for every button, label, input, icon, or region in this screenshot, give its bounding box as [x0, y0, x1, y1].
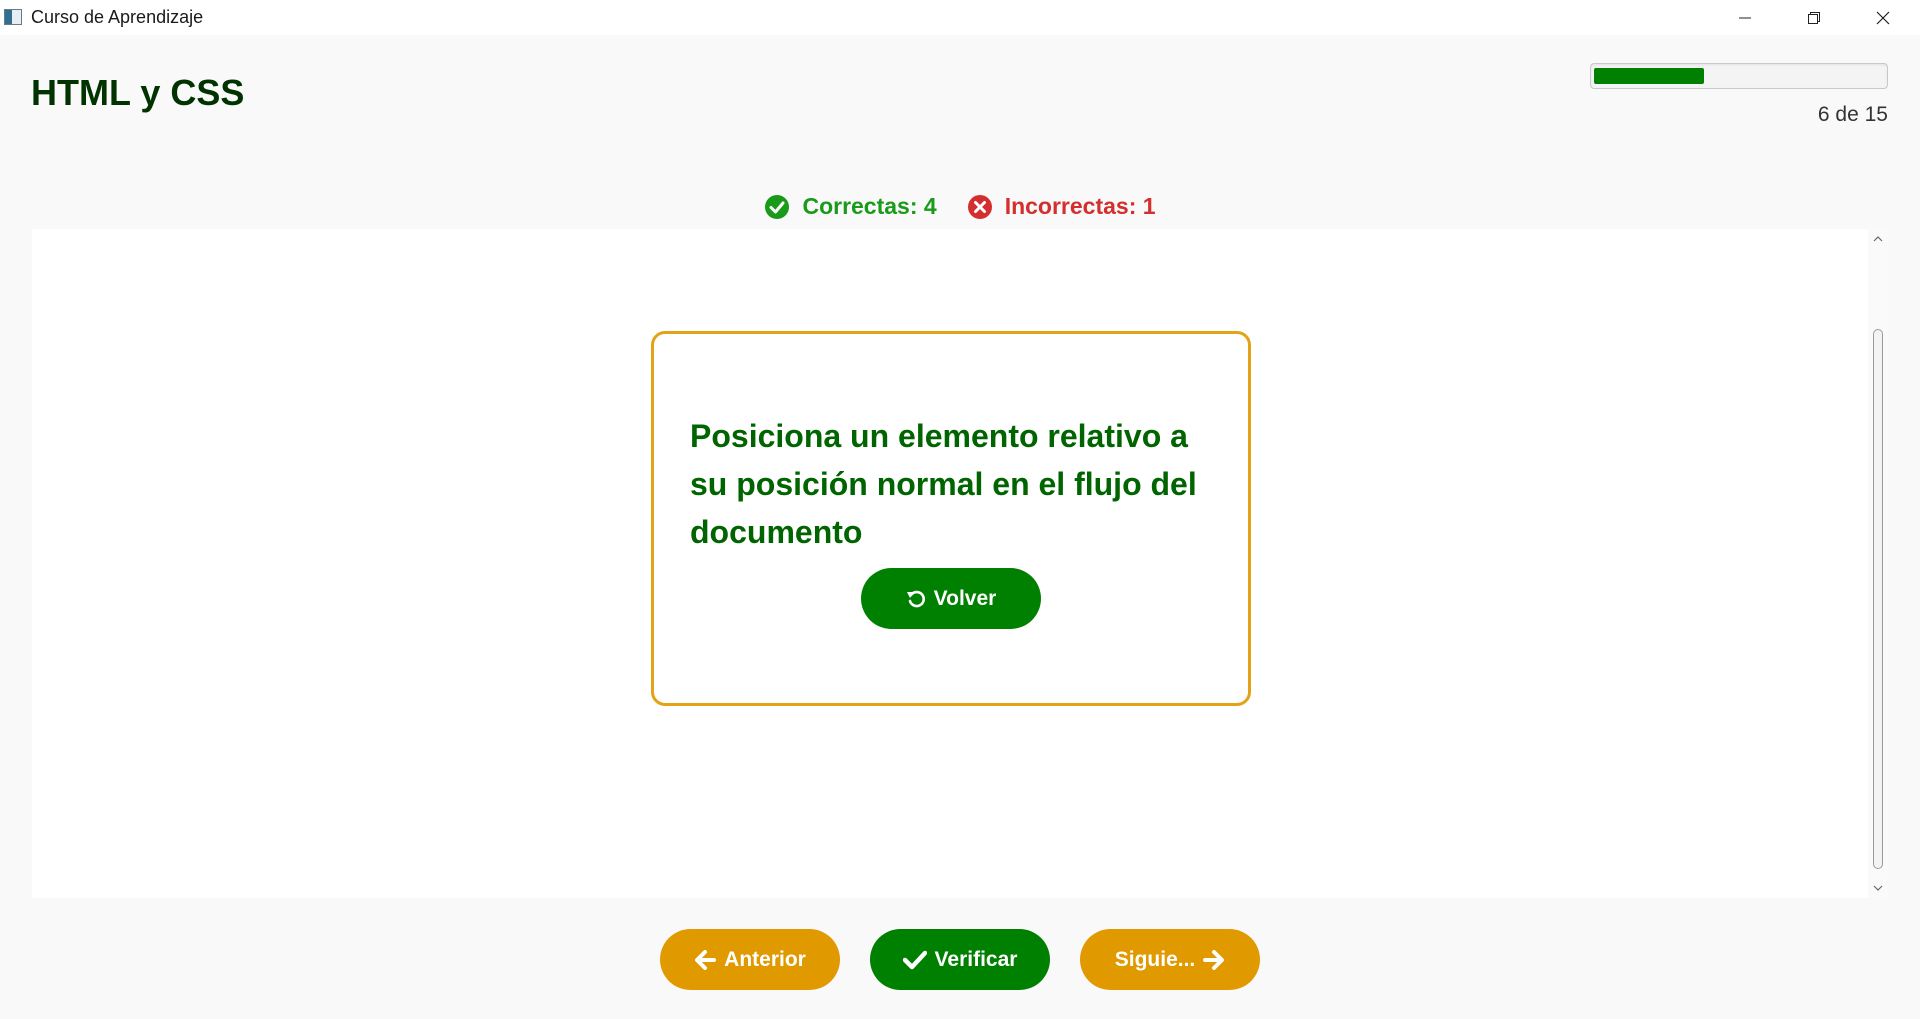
flip-back-button[interactable]: Volver: [861, 568, 1041, 629]
scroll-thumb[interactable]: [1873, 329, 1883, 869]
minimize-icon: [1738, 17, 1751, 18]
progress-counter: 6 de 15: [1817, 103, 1888, 126]
check-circle-icon: [764, 194, 790, 220]
flashcard[interactable]: Posiciona un elemento relativo a su posi…: [651, 331, 1251, 706]
rotate-left-icon: [906, 589, 926, 609]
previous-button[interactable]: Anterior: [660, 929, 840, 990]
scroll-down-button[interactable]: [1868, 878, 1888, 898]
flip-back-label: Volver: [933, 586, 997, 610]
x-circle-icon: [967, 194, 993, 220]
chevron-down-icon: [1873, 885, 1883, 891]
correct-count: Correctas: 4: [764, 193, 937, 220]
window-title: Curso de Aprendizaje: [31, 7, 204, 27]
arrow-left-icon: [694, 949, 717, 970]
restore-button[interactable]: [1779, 0, 1848, 35]
restore-icon: [1807, 11, 1820, 24]
score-summary: Correctas: 4 Incorrectas: 1: [0, 193, 1920, 220]
close-icon: [1876, 11, 1889, 24]
app-window: Curso de Aprendizaje HTML y CSS 6 de 15: [0, 0, 1920, 1019]
app-icon: [4, 9, 22, 25]
page-title: HTML y CSS: [31, 72, 245, 113]
check-icon: [902, 950, 927, 970]
scroll-up-button[interactable]: [1868, 229, 1888, 249]
correct-count-label: Correctas: 4: [802, 193, 937, 219]
flashcard-text: Posiciona un elemento relativo a su posi…: [690, 418, 1197, 550]
previous-label: Anterior: [724, 947, 806, 971]
arrow-right-icon: [1203, 949, 1225, 970]
progress-bar-fill: [1594, 68, 1704, 84]
verify-label: Verificar: [934, 947, 1018, 971]
close-button[interactable]: [1848, 0, 1917, 35]
verify-button[interactable]: Verificar: [870, 929, 1050, 990]
progress-bar: [1590, 63, 1888, 89]
chevron-up-icon: [1873, 236, 1883, 242]
vertical-scrollbar[interactable]: [1868, 229, 1888, 898]
next-button[interactable]: Siguie...: [1080, 929, 1260, 990]
minimize-button[interactable]: [1710, 0, 1779, 35]
incorrect-count-label: Incorrectas: 1: [1004, 193, 1156, 219]
next-label: Siguie...: [1114, 947, 1196, 971]
title-bar: Curso de Aprendizaje: [0, 0, 1920, 35]
incorrect-count: Incorrectas: 1: [967, 193, 1156, 220]
